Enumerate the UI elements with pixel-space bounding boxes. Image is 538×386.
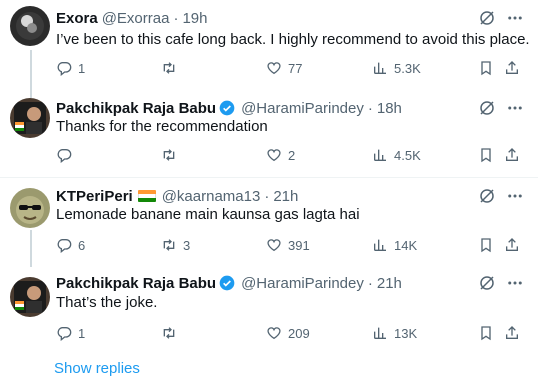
reply-button[interactable]: 6 <box>56 235 85 255</box>
retweet-count: 3 <box>183 237 191 253</box>
reply-button[interactable]: 1 <box>56 323 85 343</box>
like-icon <box>267 62 281 75</box>
bookmark-icon[interactable] <box>478 60 494 76</box>
like-icon <box>267 327 281 340</box>
reply-button[interactable]: 1 <box>56 58 85 78</box>
author-name[interactable]: Pakchikpak Raja Babu <box>56 275 216 292</box>
retweet-button[interactable] <box>161 58 183 78</box>
author-name[interactable]: KTPeriPeri <box>56 188 133 205</box>
reply-count: 1 <box>78 325 86 341</box>
india-flag-icon <box>137 190 156 202</box>
author-handle[interactable]: @Exorraa <box>102 10 170 27</box>
like-count: 209 <box>288 325 310 341</box>
separator-dot: · <box>367 274 373 292</box>
like-button[interactable]: 209 <box>266 323 310 343</box>
reply-count: 1 <box>78 60 86 76</box>
share-icon[interactable] <box>504 147 520 163</box>
like-count: 391 <box>288 237 310 253</box>
verified-icon <box>219 275 235 291</box>
retweet-icon <box>163 327 175 339</box>
tweet-text: I’ve been to this cafe long back. I high… <box>56 31 530 48</box>
more-icon[interactable] <box>505 9 525 27</box>
views-count: 5.3K <box>394 60 421 76</box>
like-count: 77 <box>288 60 303 76</box>
grok-icon[interactable] <box>478 274 496 292</box>
separator-dot: · <box>264 187 270 205</box>
author-handle[interactable]: @HaramiParindey <box>241 275 364 292</box>
tweet[interactable]: Exora @Exorraa · 19h I’ve been to this c… <box>0 0 538 90</box>
bookmark-icon[interactable] <box>478 325 494 341</box>
author-name[interactable]: Exora <box>56 10 98 27</box>
separator-dot: · <box>367 99 373 117</box>
timestamp[interactable]: 18h <box>377 100 402 117</box>
views-icon <box>374 239 386 251</box>
retweet-button[interactable]: 3 <box>161 235 190 255</box>
views-button[interactable]: 13K <box>372 323 417 343</box>
verified-icon <box>219 100 235 116</box>
grok-icon[interactable] <box>478 187 496 205</box>
separator-dot: · <box>173 9 179 27</box>
tweet-text: Lemonade banane main kaunsa gas lagta ha… <box>56 206 360 223</box>
views-button[interactable]: 14K <box>372 235 417 255</box>
views-icon <box>374 149 386 161</box>
show-replies-link[interactable]: Show replies <box>54 360 140 377</box>
timestamp[interactable]: 19h <box>182 10 207 27</box>
timestamp[interactable]: 21h <box>377 275 402 292</box>
share-icon[interactable] <box>504 237 520 253</box>
tweet-text: That’s the joke. <box>56 294 158 311</box>
author-handle[interactable]: @HaramiParindey <box>241 100 364 117</box>
author-name[interactable]: Pakchikpak Raja Babu <box>56 100 216 117</box>
retweet-icon <box>163 239 175 251</box>
tweet[interactable]: KTPeriPeri @kaarnama13 · 21h Lemonade ba… <box>0 178 538 265</box>
grok-icon[interactable] <box>478 9 496 27</box>
grok-icon[interactable] <box>478 99 496 117</box>
views-button[interactable]: 4.5K <box>372 145 421 165</box>
like-button[interactable]: 77 <box>266 58 302 78</box>
retweet-icon <box>163 149 175 161</box>
like-count: 2 <box>288 147 296 163</box>
views-count: 14K <box>394 237 418 253</box>
reply-icon <box>57 239 72 253</box>
retweet-button[interactable] <box>161 145 183 165</box>
like-button[interactable]: 2 <box>266 145 295 165</box>
reply-icon <box>57 327 72 341</box>
tweet[interactable]: Pakchikpak Raja Babu @HaramiParindey · 2… <box>0 265 538 357</box>
tweet[interactable]: Pakchikpak Raja Babu @HaramiParindey · 1… <box>0 90 538 177</box>
bookmark-icon[interactable] <box>478 147 494 163</box>
author-handle[interactable]: @kaarnama13 <box>162 188 261 205</box>
retweet-button[interactable] <box>161 323 183 343</box>
reply-icon <box>57 62 72 76</box>
more-icon[interactable] <box>505 187 525 205</box>
reply-icon <box>57 149 72 163</box>
bookmark-icon[interactable] <box>478 237 494 253</box>
like-icon <box>267 239 281 252</box>
avatar[interactable] <box>10 277 50 317</box>
views-icon <box>374 62 386 74</box>
like-icon <box>267 149 281 162</box>
views-count: 4.5K <box>394 147 421 163</box>
views-icon <box>374 327 386 339</box>
avatar[interactable] <box>10 188 50 228</box>
timestamp[interactable]: 21h <box>273 188 298 205</box>
more-icon[interactable] <box>505 274 525 292</box>
tweet-text: Thanks for the recommendation <box>56 118 268 135</box>
share-icon[interactable] <box>504 325 520 341</box>
reply-count: 6 <box>78 237 86 253</box>
reply-button[interactable] <box>56 145 78 165</box>
avatar[interactable] <box>10 6 50 46</box>
like-button[interactable]: 391 <box>266 235 310 255</box>
avatar[interactable] <box>10 98 50 138</box>
retweet-icon <box>163 62 175 74</box>
views-count: 13K <box>394 325 418 341</box>
more-icon[interactable] <box>505 99 525 117</box>
views-button[interactable]: 5.3K <box>372 58 421 78</box>
share-icon[interactable] <box>504 60 520 76</box>
